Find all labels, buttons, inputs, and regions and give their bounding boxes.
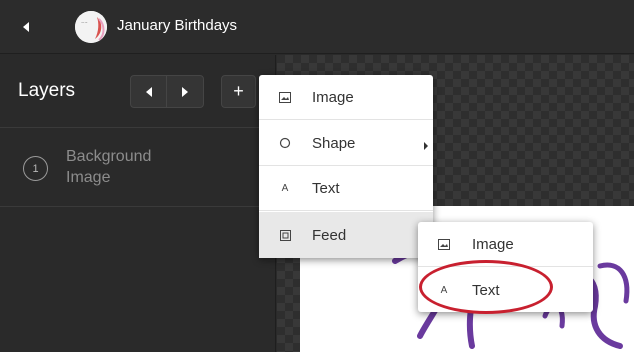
- menu-item-image[interactable]: Image: [259, 75, 433, 120]
- back-button[interactable]: [18, 18, 36, 36]
- circle-icon: [278, 136, 292, 150]
- previous-layer-button[interactable]: [131, 76, 167, 107]
- layer-name: Background Image: [66, 148, 152, 186]
- image-icon: [437, 237, 451, 251]
- add-layer-button[interactable]: +: [221, 75, 256, 108]
- layer-number-badge: 1: [23, 156, 48, 181]
- submenu-arrow-icon: [423, 138, 429, 156]
- add-layer-menu: Image Shape A Text Feed: [259, 75, 433, 258]
- text-icon: A: [440, 284, 448, 296]
- page-title: January Birthdays: [117, 17, 238, 34]
- menu-item-shape[interactable]: Shape: [259, 121, 433, 166]
- campaign-thumbnail: ~~: [75, 11, 107, 43]
- layer-nav-group: [130, 75, 204, 108]
- layer-item[interactable]: 1 Background Image: [0, 128, 276, 207]
- svg-text:~~: ~~: [81, 20, 88, 25]
- image-icon: [278, 90, 292, 104]
- feed-submenu: Image A Text: [418, 222, 593, 312]
- triangle-left-icon: [145, 86, 152, 97]
- submenu-item-image[interactable]: Image: [418, 222, 593, 267]
- layers-panel: Layers + 1 Background Image: [0, 55, 276, 352]
- menu-item-label: Image: [312, 88, 354, 106]
- triangle-right-icon: [182, 86, 188, 97]
- text-icon: A: [281, 182, 289, 194]
- submenu-item-text[interactable]: A Text: [418, 268, 593, 312]
- top-bar: ~~ January Birthdays: [0, 0, 634, 54]
- menu-item-label: Feed: [312, 226, 347, 244]
- menu-item-label: Text: [312, 179, 340, 197]
- menu-item-text[interactable]: A Text: [259, 166, 433, 211]
- layers-title: Layers: [18, 80, 76, 101]
- menu-item-label: Shape: [312, 134, 356, 152]
- menu-item-feed[interactable]: Feed: [259, 212, 433, 258]
- feed-icon: [278, 228, 292, 242]
- layers-header: Layers +: [0, 55, 276, 128]
- back-arrow-icon: [23, 22, 29, 32]
- submenu-item-label: Text: [472, 281, 500, 299]
- next-layer-button[interactable]: [167, 76, 203, 107]
- submenu-item-label: Image: [472, 235, 514, 253]
